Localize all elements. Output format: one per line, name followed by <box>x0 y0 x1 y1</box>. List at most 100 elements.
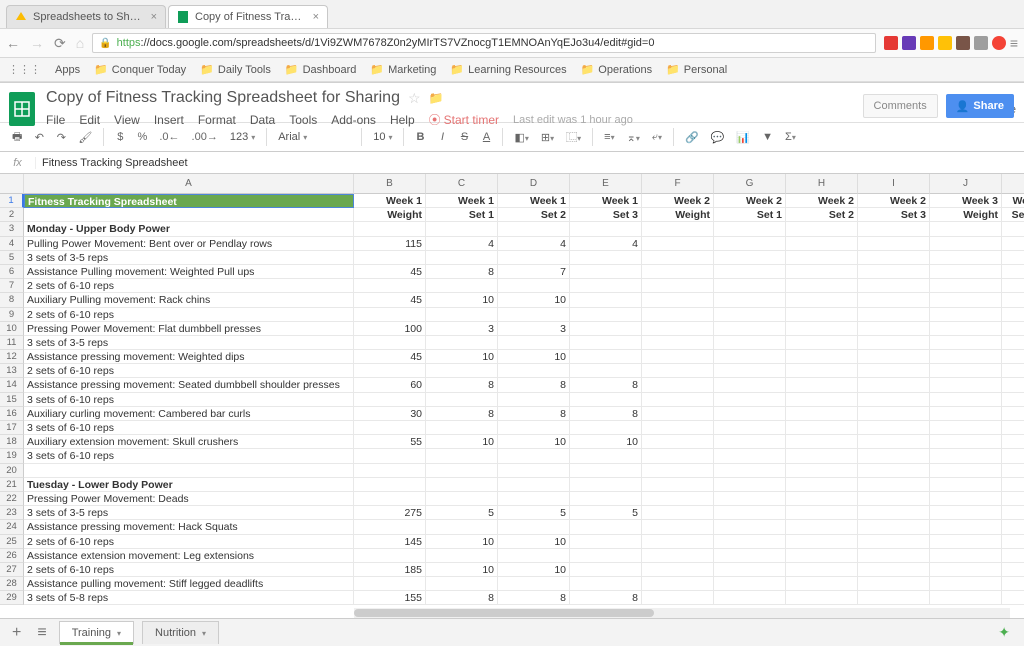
cell[interactable] <box>570 577 642 591</box>
cell[interactable]: 4 <box>426 237 498 251</box>
cell[interactable] <box>858 591 930 605</box>
cell[interactable] <box>1002 449 1024 463</box>
cell[interactable] <box>714 336 786 350</box>
undo-icon[interactable]: ↶ <box>30 128 48 147</box>
row-header[interactable]: 28 <box>0 577 24 591</box>
cell[interactable] <box>858 378 930 392</box>
cell[interactable] <box>354 520 426 534</box>
cell[interactable]: Auxiliary Pulling movement: Rack chins <box>24 293 354 307</box>
spreadsheet-grid[interactable]: ABCDEFGHIJ1Fitness Tracking SpreadsheetW… <box>0 174 1024 605</box>
cell[interactable]: 45 <box>354 293 426 307</box>
cell[interactable] <box>930 492 1002 506</box>
cell[interactable] <box>570 464 642 478</box>
borders-icon[interactable]: ⊞▾ <box>537 128 558 147</box>
cell[interactable] <box>786 506 858 520</box>
cell[interactable]: 8 <box>498 591 570 605</box>
functions-icon[interactable]: Σ▾ <box>781 128 800 146</box>
ext-icon[interactable] <box>992 36 1006 50</box>
cell[interactable] <box>786 435 858 449</box>
cell[interactable]: 3 <box>498 322 570 336</box>
cell[interactable]: Auxiliary extension movement: Skull crus… <box>24 435 354 449</box>
cell[interactable] <box>786 336 858 350</box>
cell[interactable] <box>570 421 642 435</box>
cell[interactable] <box>498 222 570 236</box>
cell[interactable] <box>858 563 930 577</box>
cell[interactable] <box>930 378 1002 392</box>
menu-format[interactable]: Format <box>198 113 236 127</box>
font-size-select[interactable]: 10▾ <box>369 129 396 145</box>
cell[interactable]: Fitness Tracking Spreadsheet <box>24 194 354 208</box>
cell[interactable]: Set 3 <box>570 208 642 222</box>
row-header[interactable]: 8 <box>0 293 24 307</box>
cell[interactable]: We <box>1002 194 1024 208</box>
cell[interactable] <box>858 265 930 279</box>
chart-icon[interactable]: 📊 <box>732 128 754 147</box>
bookmark-item[interactable]: 📁Learning Resources <box>450 63 566 76</box>
cell[interactable] <box>786 393 858 407</box>
row-header[interactable]: 26 <box>0 549 24 563</box>
cell[interactable] <box>642 279 714 293</box>
row-header[interactable]: 2 <box>0 208 24 222</box>
horizontal-scrollbar[interactable] <box>354 608 1010 618</box>
cell[interactable] <box>714 478 786 492</box>
cell[interactable] <box>786 577 858 591</box>
cell[interactable] <box>1002 577 1024 591</box>
cell[interactable] <box>354 478 426 492</box>
cell[interactable] <box>714 506 786 520</box>
cell[interactable] <box>930 520 1002 534</box>
cell[interactable] <box>570 520 642 534</box>
column-header[interactable] <box>1002 174 1024 194</box>
cell[interactable] <box>786 364 858 378</box>
cell[interactable]: 8 <box>570 407 642 421</box>
cell[interactable] <box>858 549 930 563</box>
cell[interactable] <box>1002 350 1024 364</box>
cell[interactable] <box>642 407 714 421</box>
menu-edit[interactable]: Edit <box>79 113 100 127</box>
cell[interactable]: 3 sets of 6-10 reps <box>24 393 354 407</box>
cell[interactable] <box>354 364 426 378</box>
cell[interactable] <box>498 492 570 506</box>
cell[interactable] <box>930 222 1002 236</box>
cell[interactable] <box>642 336 714 350</box>
cell[interactable] <box>858 577 930 591</box>
cell[interactable] <box>570 549 642 563</box>
cell[interactable] <box>1002 549 1024 563</box>
cell[interactable] <box>1002 393 1024 407</box>
cell[interactable] <box>642 378 714 392</box>
row-header[interactable]: 1 <box>0 194 24 208</box>
row-header[interactable]: 16 <box>0 407 24 421</box>
cell[interactable] <box>714 265 786 279</box>
cell[interactable] <box>426 364 498 378</box>
cell[interactable]: 8 <box>426 265 498 279</box>
cell[interactable] <box>426 464 498 478</box>
cell[interactable]: 60 <box>354 378 426 392</box>
cell[interactable] <box>642 492 714 506</box>
cell[interactable] <box>642 251 714 265</box>
italic-icon[interactable]: I <box>433 128 451 146</box>
cell[interactable] <box>642 293 714 307</box>
cell[interactable] <box>930 549 1002 563</box>
cell[interactable] <box>642 577 714 591</box>
cell[interactable] <box>354 251 426 265</box>
cell[interactable] <box>786 535 858 549</box>
cell[interactable] <box>714 407 786 421</box>
cell[interactable] <box>426 279 498 293</box>
cell[interactable] <box>786 322 858 336</box>
cell[interactable] <box>354 464 426 478</box>
fill-color-icon[interactable]: ◧▾ <box>510 128 532 147</box>
cell[interactable]: Week 2 <box>642 194 714 208</box>
cell[interactable] <box>714 535 786 549</box>
menu-insert[interactable]: Insert <box>154 113 184 127</box>
cell[interactable] <box>426 478 498 492</box>
cell[interactable] <box>786 350 858 364</box>
cell[interactable]: 10 <box>426 563 498 577</box>
cell[interactable] <box>642 591 714 605</box>
cell[interactable] <box>858 279 930 293</box>
cell[interactable] <box>714 322 786 336</box>
cell[interactable] <box>858 421 930 435</box>
cell[interactable]: Week 2 <box>858 194 930 208</box>
cell[interactable] <box>714 393 786 407</box>
cell[interactable] <box>24 208 354 222</box>
share-button[interactable]: 👤Share <box>946 94 1014 118</box>
explore-icon[interactable]: ✦ <box>998 624 1016 641</box>
